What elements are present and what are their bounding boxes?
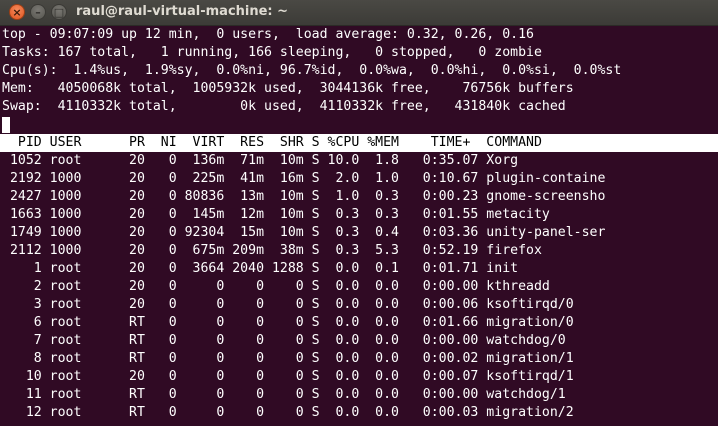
tasks-line: Tasks: 167 total, 1 running, 166 sleepin… <box>2 45 542 60</box>
table-row: 2192 1000 20 0 225m 41m 16m S 2.0 1.0 0:… <box>2 171 606 186</box>
table-row: 1663 1000 20 0 145m 12m 10m S 0.3 0.3 0:… <box>2 207 550 222</box>
prompt-line <box>2 116 718 134</box>
table-row: 1749 1000 20 0 92304 15m 10m S 0.3 0.4 0… <box>2 225 606 240</box>
minimize-window-button[interactable]: – <box>30 4 46 20</box>
process-table-body: 1052 root 20 0 136m 71m 10m S 10.0 1.8 0… <box>2 152 718 422</box>
table-row: 1052 root 20 0 136m 71m 10m S 10.0 1.8 0… <box>2 153 519 168</box>
table-row: 12 root RT 0 0 0 0 S 0.0 0.0 0:00.03 mig… <box>2 405 574 420</box>
table-row: 11 root RT 0 0 0 0 S 0.0 0.0 0:00.00 wat… <box>2 387 566 402</box>
maximize-window-button[interactable]: □ <box>51 4 67 20</box>
cpu-line: Cpu(s): 1.4%us, 1.9%sy, 0.0%ni, 96.7%id,… <box>2 63 622 78</box>
table-row: 8 root RT 0 0 0 0 S 0.0 0.0 0:00.02 migr… <box>2 351 574 366</box>
table-row: 6 root RT 0 0 0 0 S 0.0 0.0 0:01.66 migr… <box>2 315 574 330</box>
terminal-output[interactable]: top - 09:07:09 up 12 min, 0 users, load … <box>0 26 718 426</box>
table-row: 10 root 20 0 0 0 0 S 0.0 0.0 0:00.07 kso… <box>2 369 574 384</box>
close-window-button[interactable]: × <box>9 4 25 20</box>
table-row: 2112 1000 20 0 675m 209m 38m S 0.3 5.3 0… <box>2 243 542 258</box>
maximize-icon: □ <box>53 5 65 19</box>
window-title: raul@raul-virtual-machine: ~ <box>76 4 289 19</box>
table-row: 3 root 20 0 0 0 0 S 0.0 0.0 0:00.06 ksof… <box>2 297 574 312</box>
mem-line: Mem: 4050068k total, 1005932k used, 3044… <box>2 81 574 96</box>
window-titlebar[interactable]: × – □ raul@raul-virtual-machine: ~ <box>0 0 718 26</box>
table-row: 2427 1000 20 0 80836 13m 10m S 1.0 0.3 0… <box>2 189 606 204</box>
table-row: 2 root 20 0 0 0 0 S 0.0 0.0 0:00.00 kthr… <box>2 279 550 294</box>
close-icon: × <box>12 5 22 19</box>
process-table-header: PID USER PR NI VIRT RES SHR S %CPU %MEM … <box>0 134 718 152</box>
table-row: 7 root RT 0 0 0 0 S 0.0 0.0 0:00.00 watc… <box>2 333 566 348</box>
top-uptime-line: top - 09:07:09 up 12 min, 0 users, load … <box>2 27 534 42</box>
table-row: 1 root 20 0 3664 2040 1288 S 0.0 0.1 0:0… <box>2 261 519 276</box>
terminal-cursor <box>2 117 10 133</box>
minimize-icon: – <box>35 5 41 19</box>
swap-line: Swap: 4110332k total, 0k used, 4110332k … <box>2 99 566 114</box>
